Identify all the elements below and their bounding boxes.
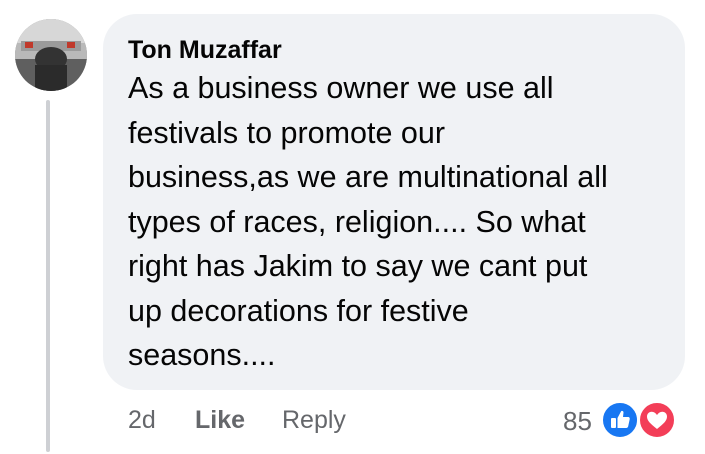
comment-line: up decorations for festive (128, 293, 469, 328)
comment-line: types of races, religion.... So what (128, 204, 586, 239)
comment-line: As a business owner we use all (128, 71, 554, 105)
avatar[interactable] (15, 19, 87, 91)
love-icon[interactable] (637, 400, 677, 440)
reaction-count[interactable]: 85 (563, 404, 592, 438)
comment-line: seasons.... (128, 338, 276, 372)
comment-line: right has Jakim to say we cant put (128, 249, 588, 283)
comment-text: As a business owner we use all festivals… (128, 66, 673, 378)
comment-line: festivals to promote our (128, 115, 446, 150)
comment-timestamp[interactable]: 2d (128, 403, 156, 437)
reply-button[interactable]: Reply (282, 403, 346, 437)
comment-line: business,as we are multinational all (128, 160, 608, 194)
like-button[interactable]: Like (195, 403, 245, 437)
like-icon[interactable] (600, 400, 640, 440)
comment-author[interactable]: Ton Muzaffar (128, 33, 282, 67)
thread-line (46, 100, 50, 452)
avatar-image (15, 19, 87, 91)
